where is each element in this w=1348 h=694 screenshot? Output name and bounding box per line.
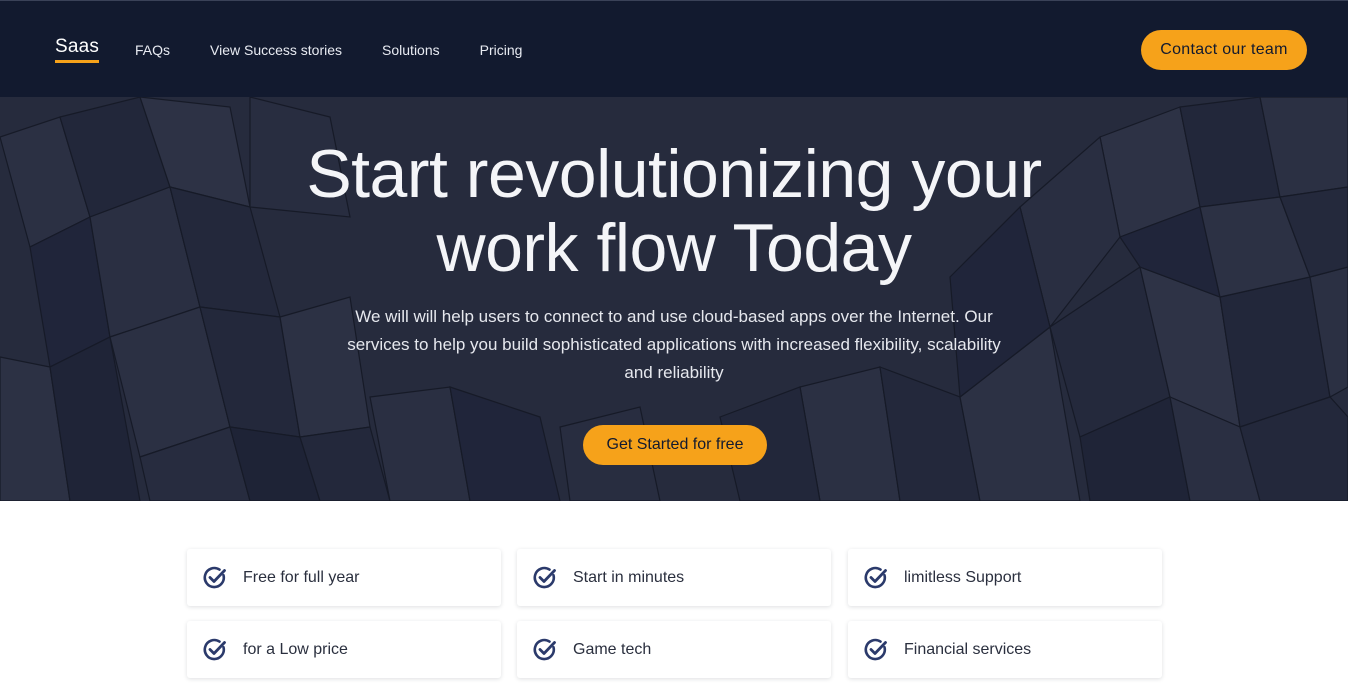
feature-label: Free for full year xyxy=(243,568,360,586)
top-navigation-bar: Saas FAQs View Success stories Solutions… xyxy=(0,0,1348,97)
contact-team-button[interactable]: Contact our team xyxy=(1141,30,1307,70)
check-circle-icon xyxy=(203,566,226,588)
feature-label: limitless Support xyxy=(904,568,1022,586)
feature-label: Financial services xyxy=(904,640,1032,658)
hero-title: Start revolutionizing your work flow Tod… xyxy=(0,137,1348,285)
get-started-button[interactable]: Get Started for free xyxy=(583,425,767,465)
check-circle-icon xyxy=(533,566,556,588)
feature-card: Start in minutes xyxy=(517,549,831,606)
feature-label: Game tech xyxy=(573,640,652,658)
feature-card: for a Low price xyxy=(187,621,501,678)
feature-label: Start in minutes xyxy=(573,568,685,586)
feature-label: for a Low price xyxy=(243,640,348,658)
check-circle-icon xyxy=(533,638,556,660)
hero-section: Start revolutionizing your work flow Tod… xyxy=(0,97,1348,501)
hero-subtitle: We will will help users to connect to an… xyxy=(347,307,1001,382)
check-circle-icon xyxy=(864,566,887,588)
check-circle-icon xyxy=(203,638,226,660)
feature-card: Free for full year xyxy=(187,549,501,606)
feature-card: Game tech xyxy=(517,621,831,678)
hero-title-line-1: Start revolutionizing your xyxy=(306,136,1042,212)
hero-title-line-2: work flow Today xyxy=(436,210,912,286)
nav-link-success-stories[interactable]: View Success stories xyxy=(210,41,342,59)
main-nav: FAQs View Success stories Solutions Pric… xyxy=(135,41,562,59)
nav-link-pricing[interactable]: Pricing xyxy=(480,41,523,59)
logo[interactable]: Saas xyxy=(55,37,100,63)
nav-link-solutions[interactable]: Solutions xyxy=(382,41,440,59)
feature-card: Financial services xyxy=(848,621,1162,678)
nav-link-faqs[interactable]: FAQs xyxy=(135,41,170,59)
feature-card: limitless Support xyxy=(848,549,1162,606)
check-circle-icon xyxy=(864,638,887,660)
